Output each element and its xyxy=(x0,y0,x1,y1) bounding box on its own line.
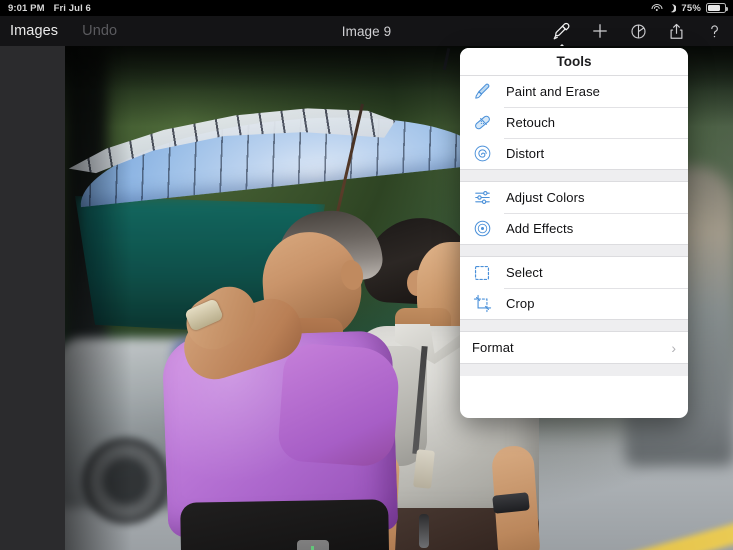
spiral-icon xyxy=(472,144,492,164)
man2-keys xyxy=(419,514,429,548)
status-time: 9:01 PM xyxy=(8,2,45,14)
paintbrush-icon xyxy=(472,82,492,102)
add-icon[interactable] xyxy=(589,20,611,42)
menu-label: Add Effects xyxy=(506,221,574,236)
popover-footer xyxy=(460,363,688,376)
menu-item-distort[interactable]: Distort xyxy=(460,138,688,169)
man2-wristwatch xyxy=(492,492,530,514)
menu-item-retouch[interactable]: Retouch xyxy=(460,107,688,138)
battery-icon xyxy=(706,3,728,13)
wifi-icon xyxy=(651,3,663,13)
aperture-icon xyxy=(472,219,492,239)
menu-label: Format xyxy=(472,340,514,355)
sliders-icon xyxy=(472,188,492,208)
marquee-select-icon xyxy=(472,263,492,283)
menu-label: Retouch xyxy=(506,115,556,130)
tools-popover: Tools Paint and Erase Retouch Distort Ad… xyxy=(460,48,688,418)
popover-group-2: Adjust Colors Add Effects xyxy=(460,182,688,244)
menu-label: Adjust Colors xyxy=(506,190,585,205)
images-back-button[interactable]: Images xyxy=(10,23,58,39)
menu-label: Distort xyxy=(506,146,545,161)
status-bar: 9:01 PM Fri Jul 6 75% xyxy=(0,0,733,16)
menu-item-add-effects[interactable]: Add Effects xyxy=(460,213,688,244)
menu-item-format[interactable]: Format › xyxy=(460,332,688,363)
settings-gear-icon[interactable] xyxy=(627,20,649,42)
crop-icon xyxy=(472,294,492,314)
battery-percent: 75% xyxy=(681,2,701,14)
man1-bag-strap xyxy=(311,546,314,550)
menu-item-select[interactable]: Select xyxy=(460,257,688,288)
popover-group-1: Paint and Erase Retouch Distort xyxy=(460,76,688,169)
menu-item-crop[interactable]: Crop xyxy=(460,288,688,319)
undo-button[interactable]: Undo xyxy=(82,23,117,39)
nav-bar-left: Images Undo xyxy=(10,23,117,39)
menu-label: Crop xyxy=(506,296,535,311)
share-icon[interactable] xyxy=(665,20,687,42)
photo-bg-car-wheel xyxy=(83,438,169,524)
bandage-icon xyxy=(472,113,492,133)
status-bar-left: 9:01 PM Fri Jul 6 xyxy=(8,3,91,14)
popover-separator-1 xyxy=(460,169,688,182)
popover-title: Tools xyxy=(460,48,688,76)
chevron-right-icon: › xyxy=(671,339,676,356)
help-icon[interactable] xyxy=(703,20,725,42)
menu-label: Select xyxy=(506,265,543,280)
status-date: Fri Jul 6 xyxy=(53,2,91,14)
nav-bar-right xyxy=(551,20,725,42)
photo-umbrella xyxy=(73,48,483,208)
nav-bar: Images Undo Image 9 xyxy=(0,16,733,46)
menu-item-paint-and-erase[interactable]: Paint and Erase xyxy=(460,76,688,107)
popover-separator-2 xyxy=(460,244,688,257)
menu-item-adjust-colors[interactable]: Adjust Colors xyxy=(460,182,688,213)
crescent-moon-icon xyxy=(667,4,676,13)
popover-separator-3 xyxy=(460,319,688,332)
tools-icon[interactable] xyxy=(551,20,573,42)
popover-group-3: Select Crop xyxy=(460,257,688,319)
man1-sleeve xyxy=(277,342,401,468)
menu-label: Paint and Erase xyxy=(506,84,601,99)
app-window: 9:01 PM Fri Jul 6 75% Images Undo Image … xyxy=(0,0,733,550)
status-bar-right: 75% xyxy=(651,2,728,14)
man1-shorts xyxy=(180,499,390,550)
umbrella-tip xyxy=(442,47,450,71)
